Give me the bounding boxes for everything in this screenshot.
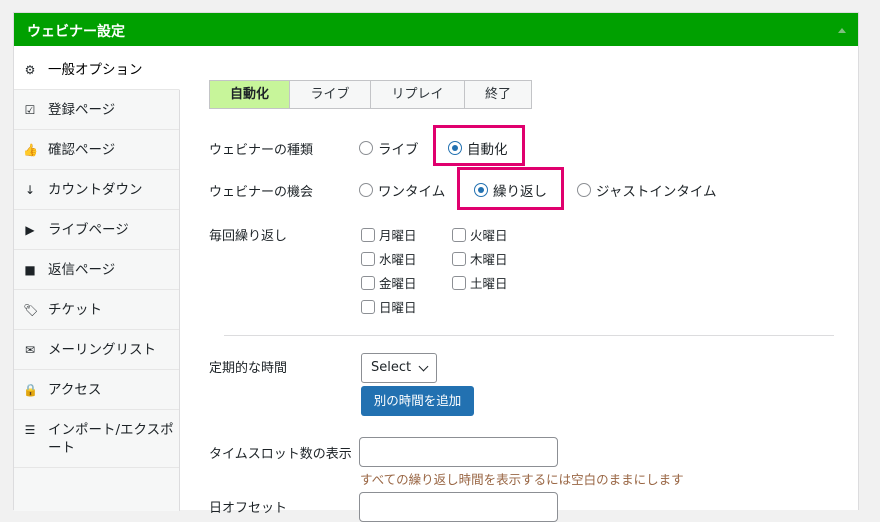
play-icon: ▶ <box>25 223 35 237</box>
checkbox-label: 火曜日 <box>470 228 508 243</box>
checkbox-label: 月曜日 <box>379 228 417 243</box>
checkbox-box <box>452 227 466 242</box>
radio-circle <box>577 183 591 197</box>
radio-just-in-time[interactable]: ジャストインタイム <box>577 180 717 200</box>
radio-circle <box>359 183 373 197</box>
timeslots-hint: すべての繰り返し時間を表示するには空白のままにします <box>360 472 684 487</box>
sidebar-item-reply-page[interactable]: ■ 返信ページ <box>14 250 179 290</box>
webinar-type-label: ウェビナーの種類 <box>209 143 314 158</box>
sidebar-item-live-page[interactable]: ▶ ライブページ <box>14 210 179 250</box>
day-offset-label: 日オフセット <box>209 501 288 516</box>
sidebar-item-label: 登録ページ <box>48 102 116 118</box>
repeat-label: 毎回繰り返し <box>209 229 288 244</box>
radio-recurring[interactable]: 繰り返し <box>474 180 547 200</box>
sidebar-item-label: チケット <box>48 302 102 318</box>
timeslots-input[interactable] <box>359 437 558 467</box>
tab-live[interactable]: ライブ <box>290 81 371 108</box>
radio-circle <box>359 141 373 155</box>
sidebar-item-mailing-list[interactable]: ✉ メーリングリスト <box>14 330 179 370</box>
sidebar-item-import-export[interactable]: ☰ インポート/エクスポート <box>14 410 179 468</box>
envelope-icon: ✉ <box>24 343 36 357</box>
checkbox-box <box>452 275 466 290</box>
panel-title: ウェビナー設定 <box>27 24 125 40</box>
tab-automation[interactable]: 自動化 <box>210 81 290 108</box>
radio-automation[interactable]: 自動化 <box>448 138 508 158</box>
checkbox-thursday[interactable]: 木曜日 <box>452 249 508 268</box>
video-icon: ■ <box>24 263 36 277</box>
checkbox-icon: ☑ <box>24 103 36 117</box>
checkbox-saturday[interactable]: 土曜日 <box>452 273 508 292</box>
checkbox-box <box>361 227 375 242</box>
select-value: Select <box>371 360 412 375</box>
radio-live[interactable]: ライブ <box>359 138 419 158</box>
gear-icon: ⚙ <box>24 63 36 77</box>
radio-label: ワンタイム <box>378 184 446 200</box>
sidebar-item-label: メーリングリスト <box>48 342 156 358</box>
tags-icon: 🏷 <box>23 303 39 317</box>
checkbox-box <box>361 275 375 290</box>
timeslots-label: タイムスロット数の表示 <box>209 447 352 462</box>
checkbox-label: 木曜日 <box>470 252 508 267</box>
list-icon: ☰ <box>24 423 36 437</box>
sidebar-item-ticket[interactable]: 🏷 チケット <box>14 290 179 330</box>
checkbox-box <box>361 299 375 314</box>
tab-end[interactable]: 終了 <box>465 81 531 108</box>
checkbox-friday[interactable]: 金曜日 <box>361 273 417 292</box>
sidebar-item-label: 一般オプション <box>48 62 143 78</box>
checkbox-monday[interactable]: 月曜日 <box>361 225 417 244</box>
sidebar-item-general-options[interactable]: ⚙ 一般オプション <box>14 50 180 90</box>
panel-header[interactable]: ウェビナー設定 <box>14 13 858 46</box>
sidebar-item-label: インポート/エクスポート <box>48 422 174 456</box>
collapse-arrow-icon[interactable] <box>838 28 846 33</box>
chevron-down-icon <box>418 361 429 372</box>
checkbox-label: 金曜日 <box>379 276 417 291</box>
radio-circle-selected <box>474 183 488 197</box>
checkbox-box <box>452 251 466 266</box>
sidebar-item-registration-page[interactable]: ☑ 登録ページ <box>14 90 179 130</box>
tab-replay[interactable]: リプレイ <box>371 81 465 108</box>
checkbox-label: 水曜日 <box>379 252 417 267</box>
checkbox-sunday[interactable]: 日曜日 <box>361 297 417 316</box>
sidebar-item-countdown[interactable]: ↓ カウントダウン <box>14 170 179 210</box>
sidebar-item-label: アクセス <box>48 382 102 398</box>
radio-label: ジャストインタイム <box>596 184 717 200</box>
checkbox-box <box>361 251 375 266</box>
sidebar-item-label: カウントダウン <box>48 182 143 198</box>
sidebar-item-confirmation-page[interactable]: 👍 確認ページ <box>14 130 179 170</box>
time-select[interactable]: Select <box>361 353 437 383</box>
thumbs-up-icon: 👍 <box>23 143 38 157</box>
sort-icon: ↓ <box>24 183 36 197</box>
radio-label: 自動化 <box>467 142 508 158</box>
webinar-occurrence-label: ウェビナーの機会 <box>209 185 314 200</box>
sidebar-item-access[interactable]: 🔒 アクセス <box>14 370 179 410</box>
checkbox-label: 土曜日 <box>470 276 508 291</box>
lock-icon: 🔒 <box>23 383 38 397</box>
checkbox-tuesday[interactable]: 火曜日 <box>452 225 508 244</box>
sidebar-item-label: 確認ページ <box>48 142 116 158</box>
radio-label: ライブ <box>378 142 419 158</box>
radio-label: 繰り返し <box>493 184 547 200</box>
day-offset-input[interactable] <box>359 492 558 522</box>
checkbox-wednesday[interactable]: 水曜日 <box>361 249 417 268</box>
mode-tabs: 自動化 ライブ リプレイ 終了 <box>209 80 532 109</box>
sidebar-item-label: ライブページ <box>48 222 129 238</box>
section-divider <box>224 335 834 336</box>
sidebar-item-label: 返信ページ <box>48 262 116 278</box>
checkbox-label: 日曜日 <box>379 300 417 315</box>
settings-sidebar: ⚙ 一般オプション ☑ 登録ページ 👍 確認ページ ↓ カウントダウン ▶ ライ… <box>14 50 180 511</box>
add-time-button[interactable]: 別の時間を追加 <box>361 386 474 416</box>
schedule-label: 定期的な時間 <box>209 361 288 376</box>
radio-circle-selected <box>448 141 462 155</box>
radio-one-time[interactable]: ワンタイム <box>359 180 445 200</box>
